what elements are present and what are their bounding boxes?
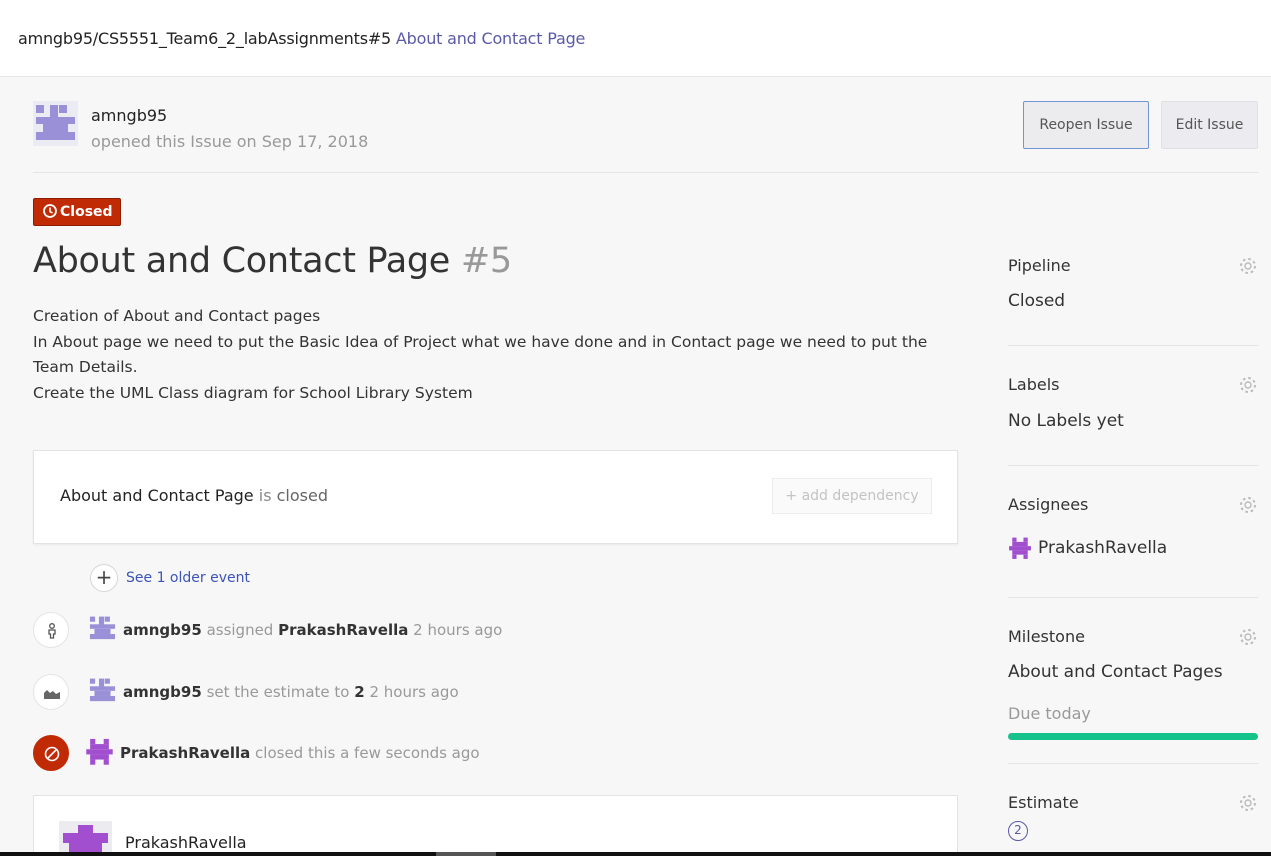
opened-date: opened this Issue on Sep 17, 2018 [91, 132, 369, 151]
author-name[interactable]: amngb95 [91, 106, 167, 125]
assignees-heading: Assignees [1008, 495, 1089, 514]
sidebar-divider [1008, 597, 1258, 598]
assignee-name[interactable]: PrakashRavella [1038, 538, 1167, 558]
dependency-status: About and Contact Page is closed [60, 486, 328, 505]
plus-icon[interactable]: + [90, 564, 118, 592]
top-bar: amngb95/CS5551_Team6_2_labAssignments#5 … [0, 0, 1271, 77]
milestone-heading: Milestone [1008, 627, 1085, 646]
edit-issue-button[interactable]: Edit Issue [1161, 101, 1258, 149]
labels-value: No Labels yet [1008, 411, 1124, 431]
milestone-name[interactable]: About and Contact Pages [1008, 662, 1223, 682]
event-actor[interactable]: PrakashRavella [120, 744, 250, 762]
add-dependency-button[interactable]: + add dependency [772, 478, 932, 514]
event-actor[interactable]: amngb95 [123, 683, 202, 701]
reopen-issue-button[interactable]: Reopen Issue [1023, 101, 1149, 149]
milestone-due: Due today [1008, 704, 1091, 723]
description-line: Create the UML Class diagram for School … [33, 384, 473, 403]
issue-title: About and Contact Page #5 [33, 241, 512, 281]
avatar[interactable] [88, 614, 117, 643]
event-actor[interactable]: amngb95 [123, 621, 202, 639]
closed-icon [42, 202, 58, 218]
estimate-heading: Estimate [1008, 793, 1079, 812]
gear-icon[interactable] [1238, 627, 1258, 647]
avatar[interactable] [85, 737, 114, 766]
description-line: In About page we need to put the Basic I… [33, 332, 928, 377]
comment-card: PrakashRavella [33, 795, 958, 856]
description-line: Creation of About and Contact pages [33, 307, 321, 325]
event-text: amngb95 assigned PrakashRavella 2 hours … [123, 621, 502, 639]
scrollbar-thumb[interactable] [436, 852, 496, 856]
breadcrumb-repo-link[interactable]: amngb95/CS5551_Team6_2_labAssignments#5 [18, 29, 391, 48]
sidebar-estimate: Estimate 2 [1008, 793, 1258, 848]
person-icon [33, 612, 69, 648]
closed-icon [33, 735, 69, 771]
sidebar-divider [1008, 345, 1258, 346]
sidebar-milestone: Milestone About and Contact Pages Due to… [1008, 627, 1258, 742]
sidebar-pipeline: Pipeline Closed [1008, 256, 1258, 316]
event-target[interactable]: PrakashRavella [278, 621, 408, 639]
sidebar-assignees: Assignees PrakashRavella [1008, 495, 1258, 565]
dependency-state: closed [276, 486, 328, 505]
dependency-connector: is [258, 486, 272, 505]
event-text: PrakashRavella closed this a few seconds… [120, 744, 480, 762]
sidebar-divider [1008, 763, 1258, 764]
avatar[interactable] [88, 676, 117, 705]
issue-number: #5 [460, 241, 512, 281]
sidebar-divider [1008, 465, 1258, 466]
pipeline-heading: Pipeline [1008, 256, 1071, 275]
see-older-events-link[interactable]: See 1 older event [126, 570, 250, 586]
labels-heading: Labels [1008, 375, 1060, 394]
event-target: 2 [354, 683, 365, 701]
comment-author[interactable]: PrakashRavella [125, 833, 247, 852]
event-text: amngb95 set the estimate to 2 2 hours ag… [123, 683, 459, 701]
milestone-progress-fill [1008, 733, 1258, 740]
issue-title-text: About and Contact Page [33, 241, 451, 281]
gear-icon[interactable] [1238, 793, 1258, 813]
pipeline-value: Closed [1008, 291, 1066, 311]
event-action: set the estimate to [206, 683, 350, 701]
status-badge-label: Closed [60, 204, 113, 220]
dependency-title: About and Contact Page [60, 486, 254, 505]
event-action: assigned [206, 621, 274, 639]
estimate-value: 2 [1008, 821, 1028, 841]
avatar[interactable] [59, 821, 112, 856]
milestone-progress-bar [1008, 733, 1258, 740]
breadcrumb: amngb95/CS5551_Team6_2_labAssignments#5 … [18, 29, 585, 48]
gear-icon[interactable] [1238, 256, 1258, 276]
sidebar-labels: Labels No Labels yet [1008, 375, 1258, 435]
header-divider [33, 172, 1258, 173]
dependency-panel: About and Contact Page is closed + add d… [33, 450, 958, 544]
author-avatar[interactable] [33, 101, 78, 146]
event-time: 2 hours ago [413, 621, 503, 639]
issue-description: Creation of About and Contact pages In A… [33, 304, 938, 407]
event-time: 2 hours ago [369, 683, 459, 701]
event-action: closed this a few seconds ago [255, 744, 480, 762]
gear-icon[interactable] [1238, 495, 1258, 515]
estimate-icon [33, 674, 69, 710]
avatar[interactable] [1008, 536, 1032, 560]
breadcrumb-issue-title[interactable]: About and Contact Page [396, 29, 585, 48]
horizontal-scrollbar[interactable] [0, 852, 1271, 856]
gear-icon[interactable] [1238, 375, 1258, 395]
status-badge: Closed [33, 198, 121, 226]
